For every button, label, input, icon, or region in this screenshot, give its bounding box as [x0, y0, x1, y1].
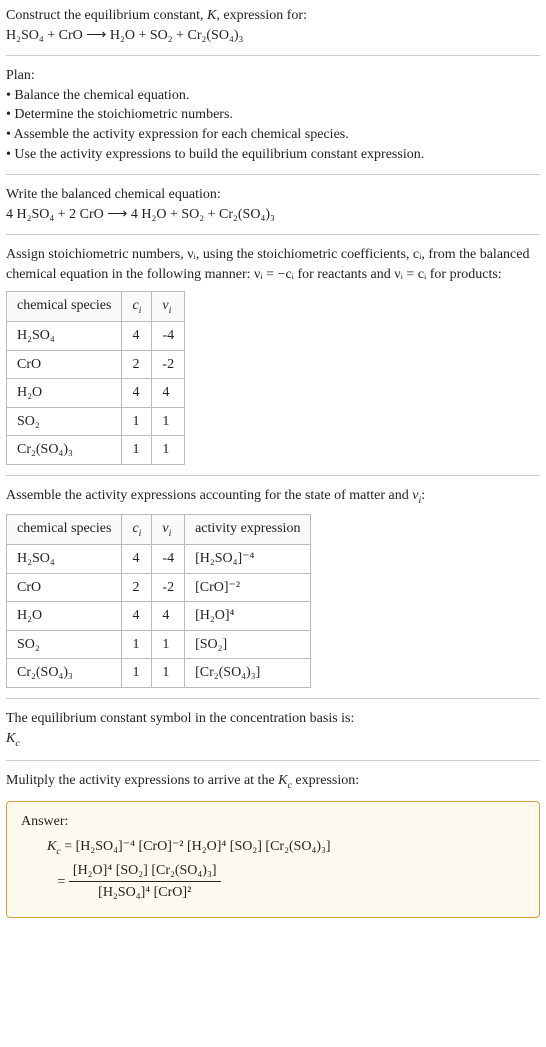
multiply-text: Mulitply the activity expressions to arr…: [6, 773, 359, 788]
cell-c: 2: [122, 350, 152, 379]
cell-expr: [CrO]⁻²: [185, 573, 311, 602]
col-header: ci: [122, 291, 152, 322]
divider: [6, 234, 540, 235]
answer-numerator: [H₂O]⁴ [SO₂] [Cr₂(SO₄)₃]: [69, 861, 221, 883]
plan-item: Assemble the activity expression for eac…: [6, 127, 349, 142]
col-header: νi: [152, 514, 185, 545]
stoich-table: chemical species ci νi H₂SO₄ 4 -4 CrO 2 …: [6, 291, 185, 465]
cell-v: 1: [152, 407, 185, 436]
activity-table: chemical species ci νi activity expressi…: [6, 514, 311, 688]
answer-eq: Kc = [H₂SO₄]⁻⁴ [CrO]⁻² [H₂O]⁴ [SO₂] [Cr₂…: [21, 837, 525, 859]
divider: [6, 760, 540, 761]
cell-v: -4: [152, 545, 185, 574]
intro-text: Construct the equilibrium constant, K, e…: [6, 8, 307, 23]
table-header-row: chemical species ci νi: [7, 291, 185, 322]
cell-expr: [Cr₂(SO₄)₃]: [185, 659, 311, 688]
plan-item: Determine the stoichiometric numbers.: [6, 107, 233, 122]
cell-c: 2: [122, 573, 152, 602]
table-header-row: chemical species ci νi activity expressi…: [7, 514, 311, 545]
cell-v: 4: [152, 379, 185, 408]
symbol-text: The equilibrium constant symbol in the c…: [6, 711, 354, 726]
answer-label: Answer:: [21, 814, 68, 829]
cell-expr: [H₂SO₄]⁻⁴: [185, 545, 311, 574]
col-header: ci: [122, 514, 152, 545]
table-row: H₂SO₄ 4 -4: [7, 322, 185, 351]
cell-v: -4: [152, 322, 185, 351]
cell-species: H₂O: [7, 379, 122, 408]
cell-v: 1: [152, 436, 185, 465]
symbol-block: The equilibrium constant symbol in the c…: [6, 709, 540, 750]
cell-c: 4: [122, 379, 152, 408]
divider: [6, 55, 540, 56]
table-row: Cr₂(SO₄)₃ 1 1 [Cr₂(SO₄)₃]: [7, 659, 311, 688]
answer-flat: [H₂SO₄]⁻⁴ [CrO]⁻² [H₂O]⁴ [SO₂] [Cr₂(SO₄)…: [76, 839, 331, 854]
table-row: H₂O 4 4 [H₂O]⁴: [7, 602, 311, 631]
col-header: chemical species: [7, 514, 122, 545]
symbol-value: Kc: [6, 731, 20, 746]
cell-v: 4: [152, 602, 185, 631]
cell-species: H₂O: [7, 602, 122, 631]
activity-block: Assemble the activity expressions accoun…: [6, 486, 540, 688]
unbalanced-equation: H₂SO₄ + CrO ⟶ H₂O + SO₂ + Cr₂(SO₄)₃: [6, 28, 243, 43]
cell-c: 1: [122, 630, 152, 659]
cell-species: H₂SO₄: [7, 322, 122, 351]
cell-species: SO₂: [7, 630, 122, 659]
col-header: chemical species: [7, 291, 122, 322]
col-header: activity expression: [185, 514, 311, 545]
cell-species: Cr₂(SO₄)₃: [7, 436, 122, 465]
cell-c: 4: [122, 602, 152, 631]
cell-v: 1: [152, 630, 185, 659]
table-row: SO₂ 1 1 [SO₂]: [7, 630, 311, 659]
cell-species: CrO: [7, 350, 122, 379]
cell-c: 4: [122, 545, 152, 574]
answer-box: Answer: Kc = [H₂SO₄]⁻⁴ [CrO]⁻² [H₂O]⁴ [S…: [6, 801, 540, 918]
cell-v: -2: [152, 350, 185, 379]
plan-item: Balance the chemical equation.: [6, 88, 189, 103]
balanced-heading: Write the balanced chemical equation:: [6, 187, 221, 202]
cell-c: 4: [122, 322, 152, 351]
cell-species: Cr₂(SO₄)₃: [7, 659, 122, 688]
plan-heading: Plan:: [6, 68, 35, 83]
table-row: CrO 2 -2 [CrO]⁻²: [7, 573, 311, 602]
table-row: SO₂ 1 1: [7, 407, 185, 436]
cell-expr: [SO₂]: [185, 630, 311, 659]
answer-lhs: Kc: [47, 839, 61, 854]
cell-c: 1: [122, 659, 152, 688]
table-row: CrO 2 -2: [7, 350, 185, 379]
col-header: νi: [152, 291, 185, 322]
balanced-block: Write the balanced chemical equation: 4 …: [6, 185, 540, 224]
answer-denominator: [H₂SO₄]⁴ [CrO]²: [69, 882, 221, 903]
divider: [6, 174, 540, 175]
answer-fraction: [H₂O]⁴ [SO₂] [Cr₂(SO₄)₃] [H₂SO₄]⁴ [CrO]²: [69, 861, 221, 903]
answer-eq2: = [H₂O]⁴ [SO₂] [Cr₂(SO₄)₃] [H₂SO₄]⁴ [CrO…: [21, 861, 525, 903]
stoich-text: Assign stoichiometric numbers, νᵢ, using…: [6, 247, 529, 282]
cell-v: -2: [152, 573, 185, 602]
cell-v: 1: [152, 659, 185, 688]
divider: [6, 475, 540, 476]
activity-text: Assemble the activity expressions accoun…: [6, 488, 425, 503]
table-row: Cr₂(SO₄)₃ 1 1: [7, 436, 185, 465]
plan-item: Use the activity expressions to build th…: [6, 147, 424, 162]
balanced-equation: 4 H₂SO₄ + 2 CrO ⟶ 4 H₂O + SO₂ + Cr₂(SO₄)…: [6, 207, 275, 222]
cell-species: SO₂: [7, 407, 122, 436]
multiply-block: Mulitply the activity expressions to arr…: [6, 771, 540, 793]
cell-c: 1: [122, 407, 152, 436]
table-row: H₂O 4 4: [7, 379, 185, 408]
stoich-block: Assign stoichiometric numbers, νᵢ, using…: [6, 245, 540, 465]
plan-block: Plan: Balance the chemical equation. Det…: [6, 66, 540, 164]
cell-expr: [H₂O]⁴: [185, 602, 311, 631]
cell-species: H₂SO₄: [7, 545, 122, 574]
table-row: H₂SO₄ 4 -4 [H₂SO₄]⁻⁴: [7, 545, 311, 574]
divider: [6, 698, 540, 699]
cell-c: 1: [122, 436, 152, 465]
cell-species: CrO: [7, 573, 122, 602]
intro-block: Construct the equilibrium constant, K, e…: [6, 6, 540, 45]
